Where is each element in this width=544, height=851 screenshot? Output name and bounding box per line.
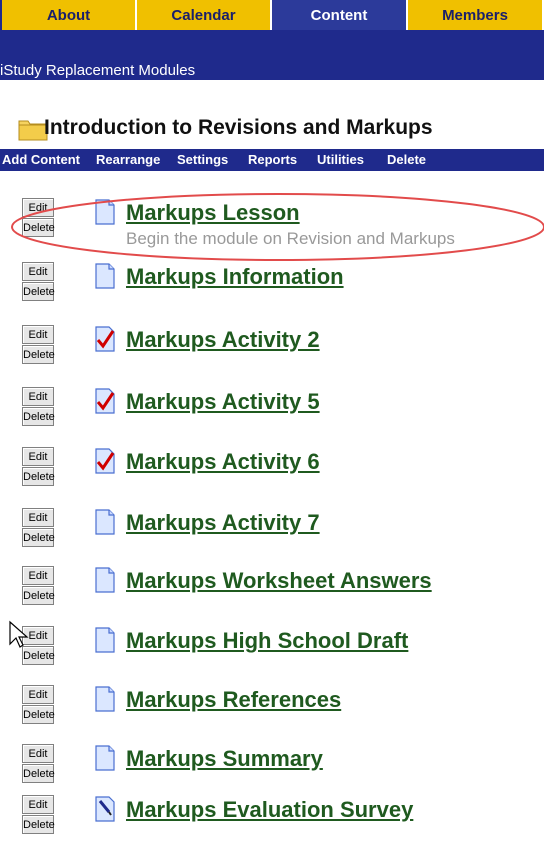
toolbar-utilities[interactable]: Utilities (317, 152, 364, 167)
page-icon (95, 627, 115, 653)
page-icon (95, 509, 115, 535)
page-icon (95, 263, 115, 289)
item-link[interactable]: Markups Evaluation Survey (126, 797, 413, 823)
list-item: Edit Delete Markups References (0, 685, 544, 741)
list-item: Edit Delete Markups Information (0, 262, 544, 318)
edit-button[interactable]: Edit (22, 447, 54, 466)
toolbar-add-content[interactable]: Add Content (2, 152, 80, 167)
item-link[interactable]: Markups High School Draft (126, 628, 408, 654)
toolbar-reports[interactable]: Reports (248, 152, 297, 167)
mouse-pointer-icon (9, 620, 29, 648)
toolbar-delete[interactable]: Delete (387, 152, 426, 167)
checkmark-icon (95, 326, 115, 352)
toolbar-settings[interactable]: Settings (177, 152, 228, 167)
tab-calendar[interactable]: Calendar (137, 0, 272, 32)
item-link[interactable]: Markups Activity 5 (126, 389, 320, 415)
top-tab-bar: About Calendar Content Members (0, 0, 544, 32)
delete-button[interactable]: Delete (22, 815, 55, 834)
list-item: Edit Delete Markups Activity 6 (0, 447, 544, 503)
edit-button[interactable]: Edit (22, 325, 54, 344)
edit-button[interactable]: Edit (22, 387, 54, 406)
tab-content[interactable]: Content (272, 0, 408, 32)
module-toolbar: Add Content Rearrange Settings Reports U… (0, 149, 544, 171)
list-item: Edit Delete Markups Activity 5 (0, 387, 544, 443)
module-title: Introduction to Revisions and Markups (44, 116, 433, 139)
toolbar-rearrange[interactable]: Rearrange (96, 152, 160, 167)
checkmark-icon (95, 388, 115, 414)
delete-button[interactable]: Delete (22, 528, 55, 547)
edit-button[interactable]: Edit (22, 795, 54, 814)
item-link[interactable]: Markups References (126, 687, 341, 713)
delete-button[interactable]: Delete (22, 764, 55, 783)
survey-icon (95, 796, 115, 822)
delete-button[interactable]: Delete (22, 282, 55, 301)
course-title[interactable]: iStudy Replacement Modules (0, 62, 195, 80)
list-item: Edit Delete Markups Lesson Begin the mod… (0, 198, 544, 254)
page-icon (95, 567, 115, 593)
list-item: Edit Delete Markups Worksheet Answers (0, 566, 544, 622)
delete-button[interactable]: Delete (22, 345, 55, 364)
edit-button[interactable]: Edit (22, 744, 54, 763)
edit-button[interactable]: Edit (22, 262, 54, 281)
delete-button[interactable]: Delete (22, 218, 55, 237)
list-item: Edit Delete Markups Evaluation Survey (0, 795, 544, 851)
tab-about[interactable]: About (2, 0, 137, 32)
item-link[interactable]: Markups Activity 2 (126, 327, 320, 353)
item-link[interactable]: Markups Lesson (126, 200, 300, 226)
item-link[interactable]: Markups Summary (126, 746, 323, 772)
edit-button[interactable]: Edit (22, 198, 54, 217)
delete-button[interactable]: Delete (22, 407, 55, 426)
page-icon (95, 745, 115, 771)
edit-button[interactable]: Edit (22, 685, 54, 704)
page-icon (95, 199, 115, 225)
item-description: Begin the module on Revision and Markups (126, 229, 455, 248)
delete-button[interactable]: Delete (22, 705, 55, 724)
list-item: Edit Delete Markups High School Draft (0, 626, 544, 682)
checkmark-icon (95, 448, 115, 474)
page-icon (95, 686, 115, 712)
delete-button[interactable]: Delete (22, 467, 55, 486)
item-link[interactable]: Markups Worksheet Answers (126, 568, 432, 594)
list-item: Edit Delete Markups Activity 2 (0, 325, 544, 381)
delete-button[interactable]: Delete (22, 586, 55, 605)
edit-button[interactable]: Edit (22, 566, 54, 585)
item-link[interactable]: Markups Activity 6 (126, 449, 320, 475)
list-item: Edit Delete Markups Activity 7 (0, 508, 544, 564)
list-item: Edit Delete Markups Summary (0, 744, 544, 800)
edit-button[interactable]: Edit (22, 508, 54, 527)
item-link[interactable]: Markups Information (126, 264, 344, 290)
tab-members[interactable]: Members (408, 0, 544, 32)
item-link[interactable]: Markups Activity 7 (126, 510, 320, 536)
